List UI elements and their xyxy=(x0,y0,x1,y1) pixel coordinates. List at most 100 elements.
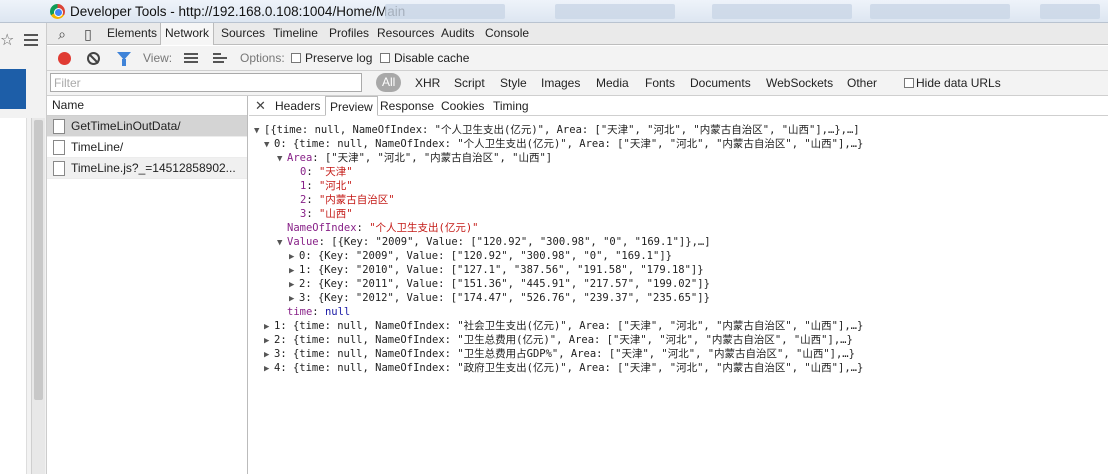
inspect-icon[interactable]: ⌕ xyxy=(53,26,71,42)
chrome-icon xyxy=(50,4,65,19)
collapsed-triangle-icon[interactable]: ▶ xyxy=(289,292,299,306)
time-prop: time: null xyxy=(287,306,351,318)
close-icon[interactable]: ✕ xyxy=(255,98,266,114)
hide-data-urls-label: Hide data URLs xyxy=(916,76,1001,90)
value-item[interactable]: ▶ 0: {Key: "2009", Value: ["120.92", "300… xyxy=(289,249,672,263)
tree-node[interactable]: ▶ 3: {time: null, NameOfIndex: "卫生总费用占GDP… xyxy=(264,347,855,361)
tab-response[interactable]: Response xyxy=(376,96,438,116)
request-list: Name GetTimeLinOutData/ TimeLine/ TimeLi… xyxy=(47,96,248,474)
tree-node[interactable]: ▶ 1: {time: null, NameOfIndex: "社会卫生支出(亿元… xyxy=(264,319,863,333)
request-name: TimeLine.js?_=14512858902... xyxy=(71,161,236,175)
options-label: Options: xyxy=(240,51,285,65)
tab-headers[interactable]: Headers xyxy=(271,96,324,116)
tab-network[interactable]: Network xyxy=(160,23,215,45)
filter-icon[interactable] xyxy=(117,52,131,66)
request-name: GetTimeLinOutData/ xyxy=(71,119,181,133)
filter-websockets[interactable]: WebSockets xyxy=(766,76,833,90)
device-mode-icon[interactable]: ▯ xyxy=(79,26,97,42)
filter-all[interactable]: All xyxy=(376,73,402,92)
tab-cookies[interactable]: Cookies xyxy=(437,96,488,116)
page-content xyxy=(0,118,27,474)
tab-elements[interactable]: Elements xyxy=(103,23,161,45)
window-title-bar: Developer Tools - http://192.168.0.108:1… xyxy=(0,0,1108,23)
filter-script[interactable]: Script xyxy=(454,76,485,90)
filter-style[interactable]: Style xyxy=(500,76,527,90)
tab-resources[interactable]: Resources xyxy=(373,23,438,45)
background-tab xyxy=(712,4,852,19)
filter-other[interactable]: Other xyxy=(847,76,877,90)
collapsed-triangle-icon[interactable]: ▶ xyxy=(264,334,274,348)
json-tree: ▼ [{time: null, NameOfIndex: "个人卫生支出(亿元)"… xyxy=(249,117,1108,474)
page-strip: ☆ xyxy=(0,23,47,474)
tree-node-value[interactable]: ▼ Value: [{Key: "2009", Value: ["120.92",… xyxy=(277,235,711,249)
collapsed-triangle-icon[interactable]: ▶ xyxy=(289,278,299,292)
tab-sources[interactable]: Sources xyxy=(217,23,269,45)
detail-tab-bar: ✕ Headers Preview Response Cookies Timin… xyxy=(249,96,1108,116)
name-of-index-prop: NameOfIndex: "个人卫生支出(亿元)" xyxy=(287,222,479,234)
background-tab xyxy=(870,4,1010,19)
collapsed-triangle-icon[interactable]: ▶ xyxy=(289,250,299,264)
devtools-tab-bar: ⌕ ▯ Elements Network Sources Timeline Pr… xyxy=(47,23,1108,45)
area-item: 0: "天津" xyxy=(300,166,353,178)
tab-audits[interactable]: Audits xyxy=(437,23,478,45)
page-banner xyxy=(0,69,26,109)
tab-console[interactable]: Console xyxy=(481,23,533,45)
menu-icon[interactable] xyxy=(24,34,38,49)
record-button[interactable] xyxy=(58,52,71,65)
tab-timing[interactable]: Timing xyxy=(489,96,533,116)
file-icon xyxy=(53,161,65,176)
collapsed-triangle-icon[interactable]: ▶ xyxy=(264,362,274,376)
tree-node-0[interactable]: ▼ 0: {time: null, NameOfIndex: "个人卫生支出(亿元… xyxy=(264,137,863,151)
value-item[interactable]: ▶ 2: {Key: "2011", Value: ["151.36", "445… xyxy=(289,277,710,291)
clear-button[interactable] xyxy=(87,52,100,65)
collapsed-triangle-icon[interactable]: ▶ xyxy=(289,264,299,278)
value-item[interactable]: ▶ 1: {Key: "2010", Value: ["127.1", "387.… xyxy=(289,263,704,277)
hide-data-urls-checkbox[interactable] xyxy=(904,78,914,88)
expanded-triangle-icon[interactable]: ▼ xyxy=(277,236,287,250)
collapsed-triangle-icon[interactable]: ▶ xyxy=(264,348,274,362)
request-row[interactable]: TimeLine/ xyxy=(47,137,247,158)
page-scrollbar[interactable] xyxy=(31,118,45,474)
filter-xhr[interactable]: XHR xyxy=(415,76,440,90)
tree-node[interactable]: ▶ 4: {time: null, NameOfIndex: "政府卫生支出(亿元… xyxy=(264,361,863,375)
file-icon xyxy=(53,140,65,155)
preserve-log-label: Preserve log xyxy=(305,51,373,65)
response-preview-panel: ✕ Headers Preview Response Cookies Timin… xyxy=(249,96,1108,474)
area-item: 1: "河北" xyxy=(300,180,353,192)
overview-icon[interactable] xyxy=(213,53,227,64)
filter-input[interactable] xyxy=(50,73,362,92)
request-row[interactable]: TimeLine.js?_=14512858902... xyxy=(47,158,247,179)
expanded-triangle-icon[interactable]: ▼ xyxy=(254,124,264,138)
value-item[interactable]: ▶ 3: {Key: "2012", Value: ["174.47", "526… xyxy=(289,291,710,305)
file-icon xyxy=(53,119,65,134)
filter-documents[interactable]: Documents xyxy=(690,76,751,90)
expanded-triangle-icon[interactable]: ▼ xyxy=(264,138,274,152)
tree-node[interactable]: ▶ 2: {time: null, NameOfIndex: "卫生总费用(亿元)… xyxy=(264,333,853,347)
network-toolbar: View: Options: Preserve log Disable cach… xyxy=(47,46,1108,71)
disable-cache-checkbox[interactable] xyxy=(380,53,390,63)
filter-fonts[interactable]: Fonts xyxy=(645,76,675,90)
window-title: Developer Tools - http://192.168.0.108:1… xyxy=(70,4,406,19)
tree-root[interactable]: ▼ [{time: null, NameOfIndex: "个人卫生支出(亿元)"… xyxy=(254,123,860,137)
filter-bar: All XHR Script Style Images Media Fonts … xyxy=(47,71,1108,96)
filter-images[interactable]: Images xyxy=(541,76,580,90)
request-row[interactable]: GetTimeLinOutData/ xyxy=(47,116,247,137)
tab-preview[interactable]: Preview xyxy=(325,96,378,116)
preserve-log-checkbox[interactable] xyxy=(291,53,301,63)
tree-node-area[interactable]: ▼ Area: ["天津", "河北", "内蒙古自治区", "山西"] xyxy=(277,151,552,165)
disable-cache-label: Disable cache xyxy=(394,51,470,65)
view-label: View: xyxy=(143,51,173,65)
area-item: 3: "山西" xyxy=(300,208,353,220)
tab-timeline[interactable]: Timeline xyxy=(269,23,322,45)
list-view-icon[interactable] xyxy=(184,53,198,64)
expanded-triangle-icon[interactable]: ▼ xyxy=(277,152,287,166)
tab-profiles[interactable]: Profiles xyxy=(325,23,373,45)
collapsed-triangle-icon[interactable]: ▶ xyxy=(264,320,274,334)
scrollbar-thumb[interactable] xyxy=(34,120,43,400)
background-tab xyxy=(1040,4,1100,19)
background-tab xyxy=(385,4,505,19)
request-name: TimeLine/ xyxy=(71,140,124,154)
name-column-header[interactable]: Name xyxy=(47,96,247,116)
star-icon[interactable]: ☆ xyxy=(0,32,18,50)
filter-media[interactable]: Media xyxy=(596,76,629,90)
